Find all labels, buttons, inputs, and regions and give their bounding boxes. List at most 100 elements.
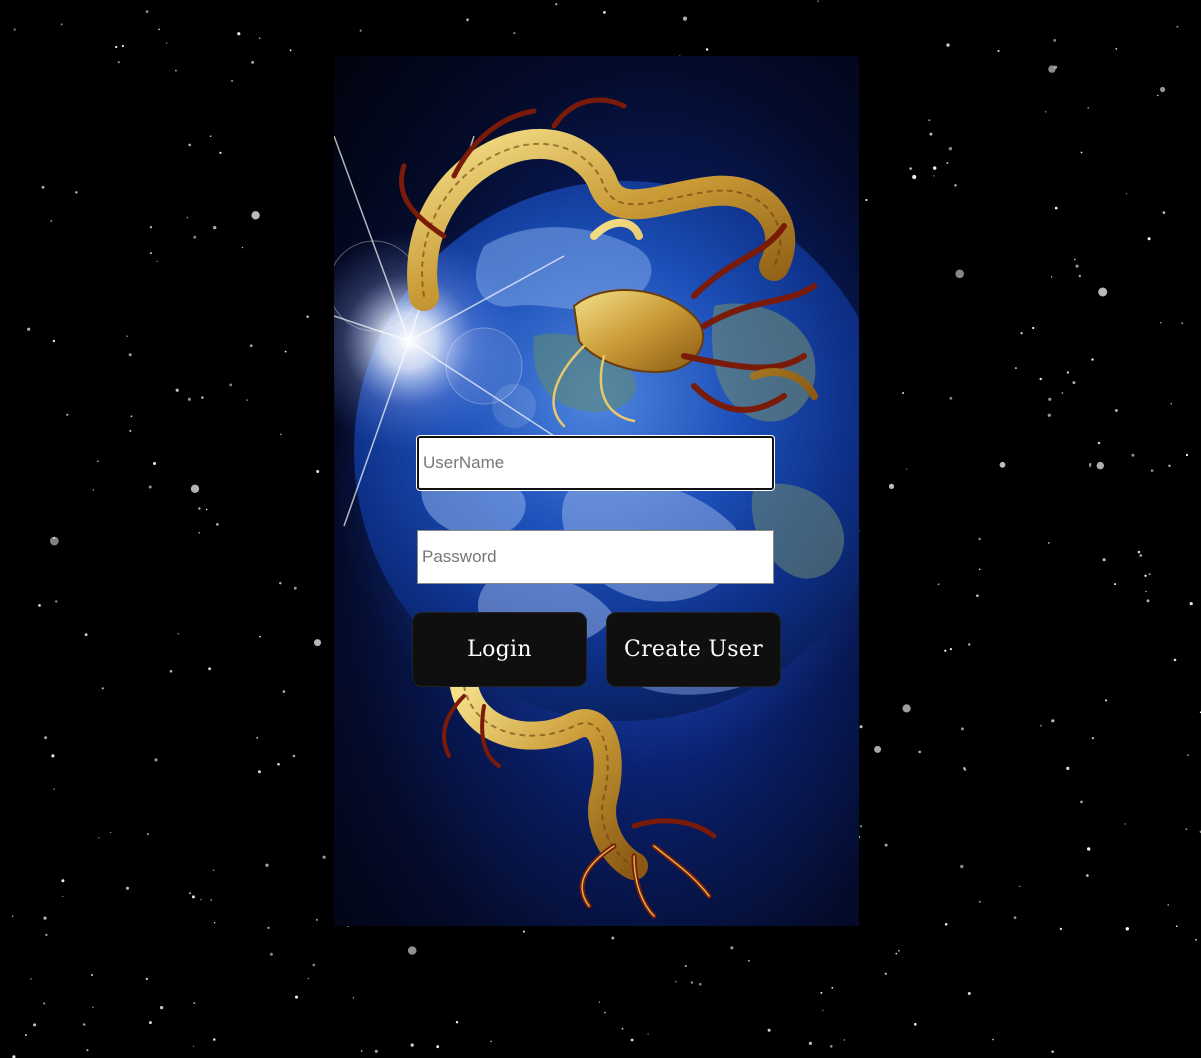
star (1115, 48, 1118, 50)
star (257, 770, 261, 774)
star (1096, 461, 1105, 470)
star (748, 960, 750, 962)
star (929, 132, 933, 136)
star (282, 690, 286, 693)
star (219, 151, 222, 154)
star (213, 225, 217, 230)
star (1168, 464, 1171, 467)
login-panel: Login Create User (334, 56, 859, 926)
star (1124, 823, 1126, 825)
star (279, 582, 282, 585)
star (895, 952, 898, 955)
star (948, 147, 953, 151)
star (315, 918, 318, 921)
star (1102, 558, 1106, 562)
star (1066, 766, 1070, 771)
star (153, 462, 156, 465)
star (684, 964, 687, 968)
star (598, 1001, 601, 1003)
star (190, 484, 200, 493)
star (129, 429, 132, 432)
star (978, 537, 981, 541)
star (967, 992, 971, 995)
login-button[interactable]: Login (412, 612, 587, 687)
star (52, 339, 56, 343)
username-input[interactable] (417, 436, 774, 490)
star (1048, 542, 1050, 544)
star (149, 226, 153, 229)
star (312, 963, 316, 967)
star (888, 483, 895, 489)
star (466, 18, 469, 22)
star (284, 350, 287, 353)
star (352, 997, 354, 999)
star (884, 972, 887, 975)
star (944, 649, 947, 652)
star (1097, 441, 1101, 445)
star (937, 583, 940, 586)
star (251, 60, 255, 64)
login-button-label: Login (467, 637, 532, 662)
star (360, 1050, 363, 1052)
star (944, 923, 948, 926)
star (175, 388, 179, 392)
password-input[interactable] (417, 530, 774, 584)
star (1075, 264, 1079, 268)
star (130, 415, 133, 418)
star (97, 460, 99, 462)
star (1131, 453, 1135, 457)
star (62, 895, 64, 898)
star (831, 986, 834, 989)
star (53, 788, 55, 790)
star (43, 916, 47, 920)
star (955, 269, 964, 279)
star (148, 1021, 152, 1025)
star (928, 119, 931, 122)
star (66, 413, 69, 416)
star (175, 69, 177, 72)
star (767, 1028, 771, 1032)
star (1066, 371, 1070, 374)
star (322, 855, 326, 859)
star (960, 727, 964, 731)
star (1176, 925, 1178, 927)
star (27, 327, 31, 331)
star (214, 922, 216, 924)
star (1032, 326, 1035, 330)
star (11, 915, 14, 918)
star (820, 991, 823, 994)
create-user-button[interactable]: Create User (606, 612, 781, 687)
star (1080, 800, 1083, 804)
star (60, 23, 63, 26)
star (898, 950, 900, 952)
star (1054, 206, 1058, 210)
star (51, 754, 55, 758)
star (269, 952, 273, 956)
star (555, 3, 558, 6)
star (522, 930, 525, 933)
star (44, 736, 47, 740)
star (55, 600, 58, 603)
star (1150, 469, 1154, 472)
star (1185, 828, 1188, 831)
star (213, 1038, 216, 1041)
star (128, 353, 132, 357)
star (293, 586, 297, 590)
star (91, 974, 93, 976)
star (30, 978, 32, 980)
star (407, 946, 417, 955)
star (237, 32, 241, 36)
star (1087, 107, 1089, 109)
star (314, 639, 321, 647)
star (949, 396, 953, 400)
star (611, 936, 615, 940)
star (968, 643, 971, 646)
star (259, 635, 261, 638)
star (946, 162, 949, 164)
star (249, 344, 253, 348)
star (1189, 602, 1193, 606)
star (145, 977, 148, 981)
star (455, 1021, 459, 1024)
star (1148, 573, 1151, 575)
star (186, 216, 189, 219)
